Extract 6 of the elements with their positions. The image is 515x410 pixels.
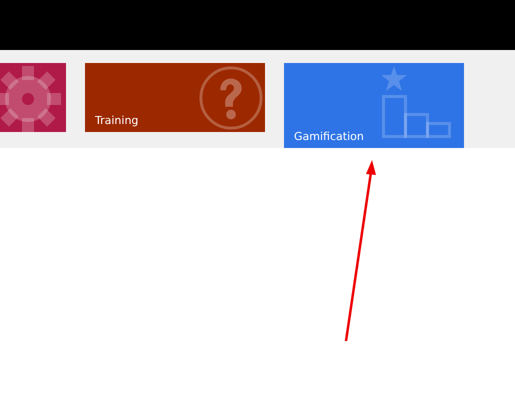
gear-icon — [0, 65, 62, 132]
gear-tile[interactable] — [0, 63, 66, 132]
podium-icon — [382, 66, 454, 138]
question-icon — [198, 65, 264, 131]
podium-tile[interactable]: Gamification — [284, 63, 464, 148]
question-tile[interactable]: Training — [85, 63, 265, 132]
